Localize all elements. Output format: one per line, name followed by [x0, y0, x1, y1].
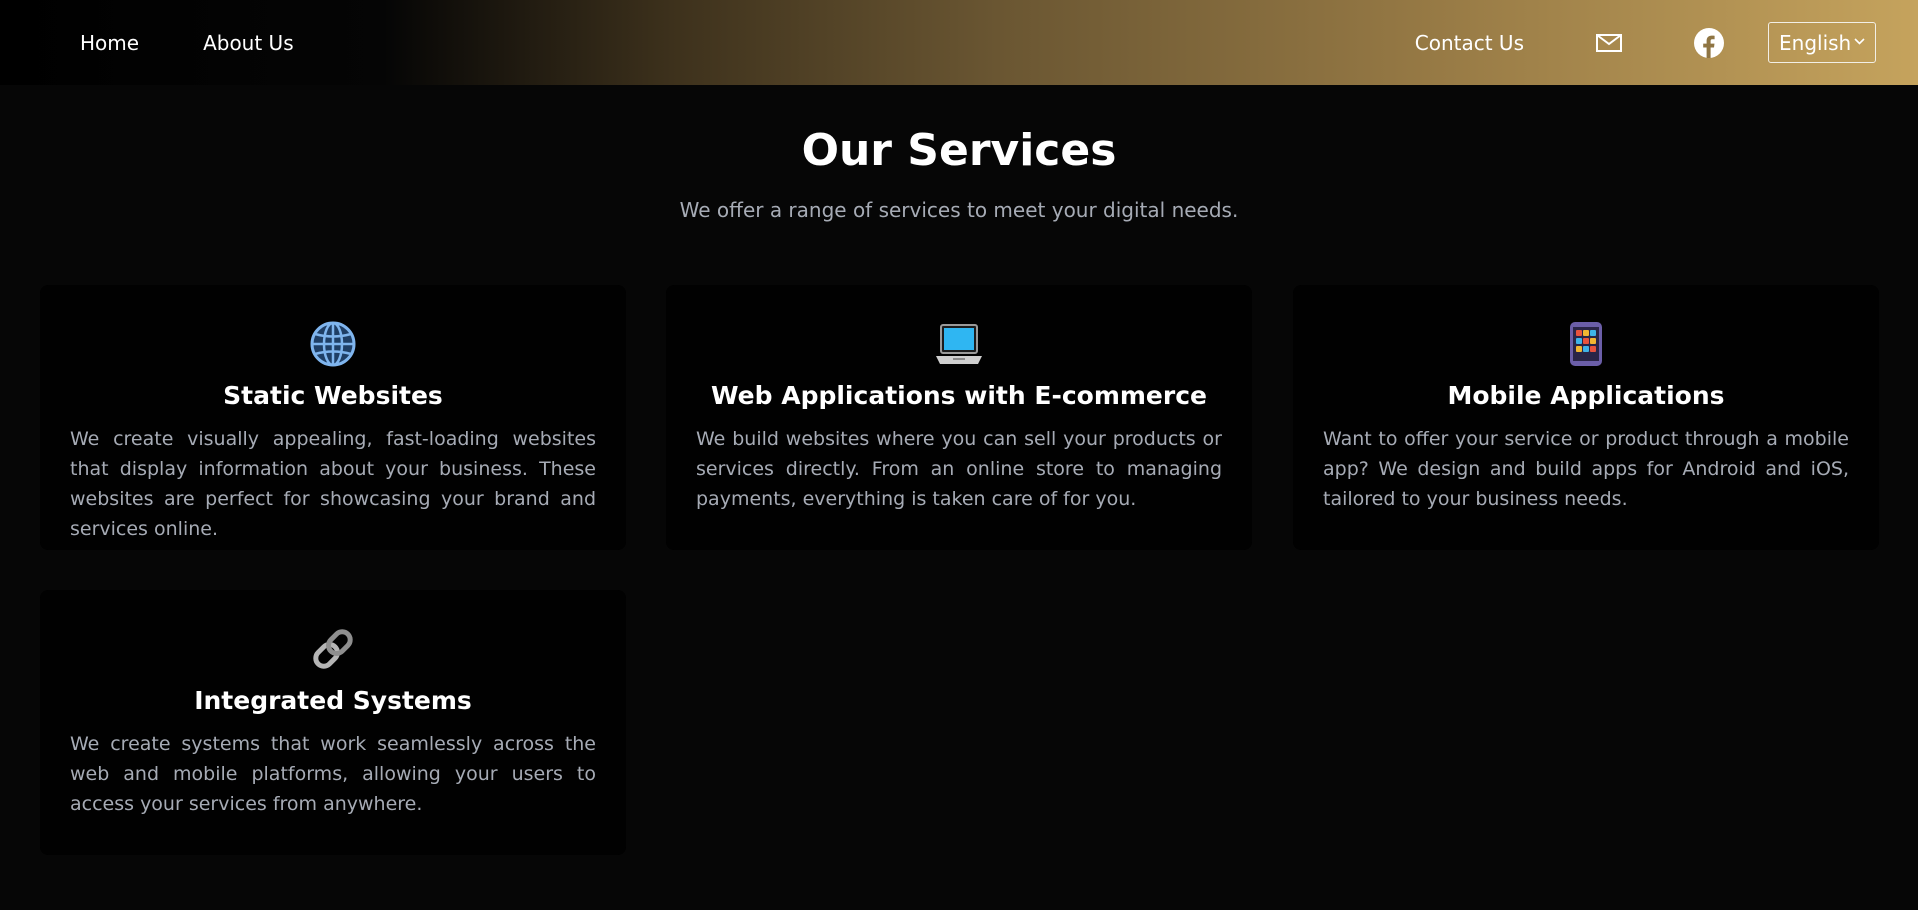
- language-select[interactable]: English: [1768, 22, 1876, 63]
- service-card-description: Want to offer your service or product th…: [1323, 428, 1849, 510]
- envelope-icon[interactable]: [1596, 33, 1622, 52]
- facebook-icon[interactable]: [1694, 27, 1724, 58]
- service-card-title: Static Websites: [223, 381, 443, 410]
- service-card-title: Mobile Applications: [1447, 381, 1725, 410]
- language-select-value: English: [1779, 30, 1852, 55]
- nav-right-group: Contact Us English: [1415, 0, 1876, 85]
- navbar: Home About Us Contact Us English: [0, 0, 1918, 85]
- service-card-mobile-applications: Mobile Applications Want to offer your s…: [1293, 285, 1879, 550]
- service-card-title: Integrated Systems: [194, 686, 472, 715]
- nav-link-about-us[interactable]: About Us: [203, 31, 294, 55]
- service-card-description: We build websites where you can sell you…: [696, 428, 1222, 510]
- service-card-title: Web Applications with E-commerce: [710, 381, 1207, 410]
- page-title: Our Services: [801, 125, 1117, 176]
- nav-link-home[interactable]: Home: [80, 31, 139, 55]
- globe-icon: [70, 319, 596, 369]
- services-section: Our Services We offer a range of service…: [0, 85, 1918, 910]
- service-card-description: We create systems that work seamlessly a…: [70, 733, 596, 815]
- mobile-phone-icon: [1323, 319, 1849, 369]
- chevron-down-icon: [1854, 34, 1865, 48]
- nav-link-contact-us[interactable]: Contact Us: [1415, 31, 1524, 55]
- nav-left-links: Home About Us: [80, 0, 294, 85]
- service-card-web-applications: Web Applications with E-commerce We buil…: [666, 285, 1252, 550]
- service-card-description: We create visually appealing, fast-loadi…: [70, 428, 596, 540]
- page-subtitle: We offer a range of services to meet you…: [679, 198, 1239, 222]
- chain-link-icon: [70, 624, 596, 674]
- service-card-static-websites: Static Websites We create visually appea…: [40, 285, 626, 550]
- laptop-icon: [696, 319, 1222, 369]
- service-card-integrated-systems: Integrated Systems We create systems tha…: [40, 590, 626, 855]
